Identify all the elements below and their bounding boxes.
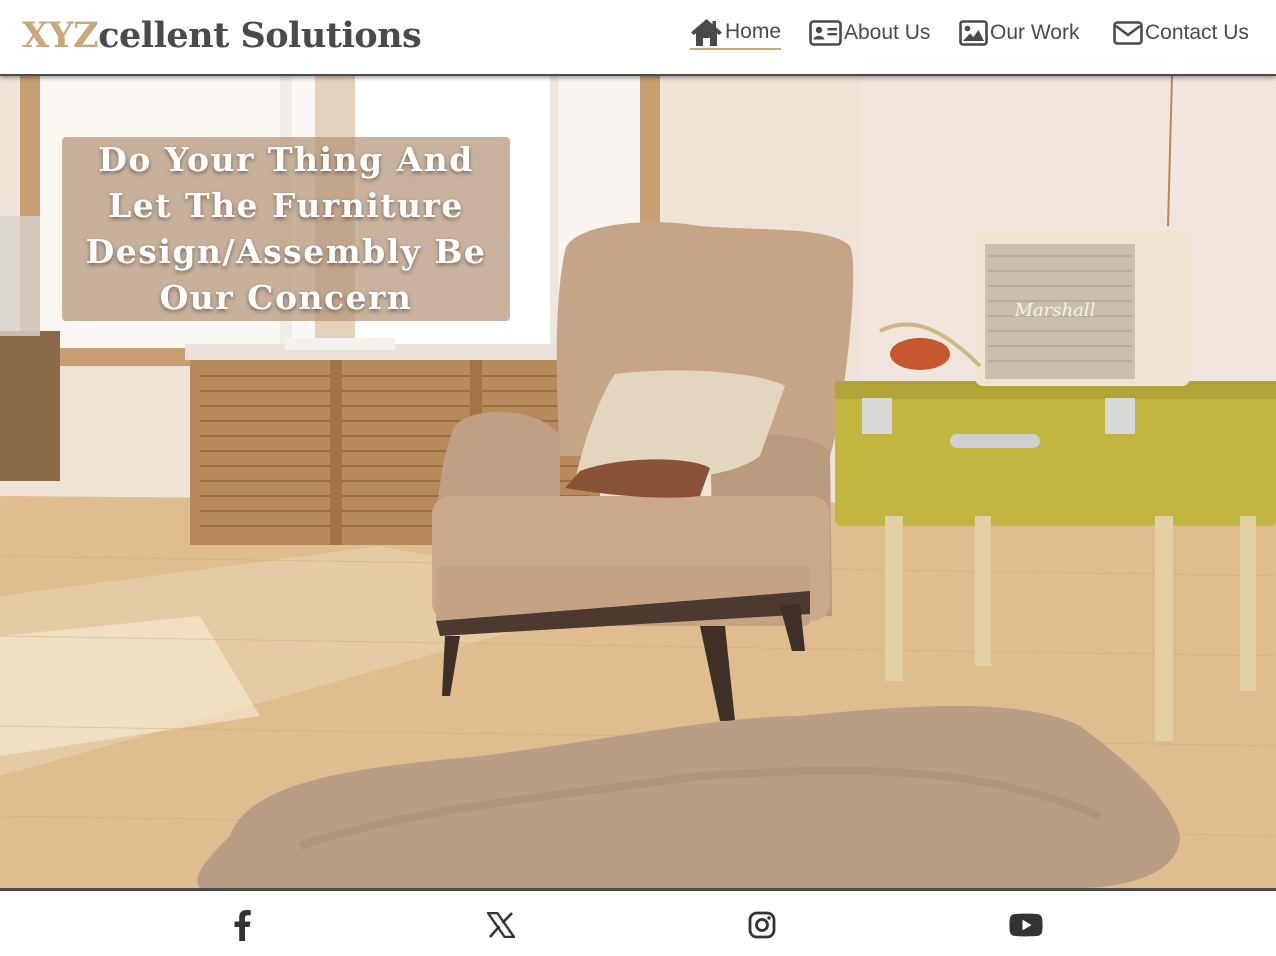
hero-tagline-box: Do Your Thing And Let The Furniture Desi… [62,137,510,321]
brand-name: cellent Solutions [98,15,422,56]
home-icon [690,18,723,47]
nav-about-us[interactable]: About Us [809,16,930,50]
nav-our-work[interactable]: Our Work [959,16,1079,50]
facebook-icon [232,909,252,946]
image-icon [959,20,988,46]
envelope-icon [1113,21,1143,45]
facebook-link[interactable] [222,907,262,947]
x-icon [486,911,516,943]
nav-contact-us-label: Contact Us [1145,21,1249,44]
id-card-icon [809,20,842,46]
hero-section: Marshall Do Your Thing And Let The Furni… [0,76,1276,888]
nav-about-us-label: About Us [844,21,931,44]
site-footer [0,888,1276,956]
instagram-icon [748,911,776,944]
brand-accent: XYZ [22,15,99,56]
brand-logo[interactable]: XYZcellent Solutions [22,14,422,58]
nav-home[interactable]: Home [690,16,782,50]
instagram-link[interactable] [742,907,782,947]
hero-tagline: Do Your Thing And Let The Furniture Desi… [85,140,487,317]
nav-our-work-label: Our Work [990,21,1080,44]
youtube-link[interactable] [1006,907,1046,947]
nav-home-label: Home [725,20,782,43]
youtube-icon [1009,913,1043,942]
nav-contact-us[interactable]: Contact Us [1113,16,1249,50]
speaker-brand-text: Marshall [1014,300,1096,321]
x-link[interactable] [481,907,521,947]
site-header: XYZcellent Solutions Home About Us Our W… [0,0,1276,76]
